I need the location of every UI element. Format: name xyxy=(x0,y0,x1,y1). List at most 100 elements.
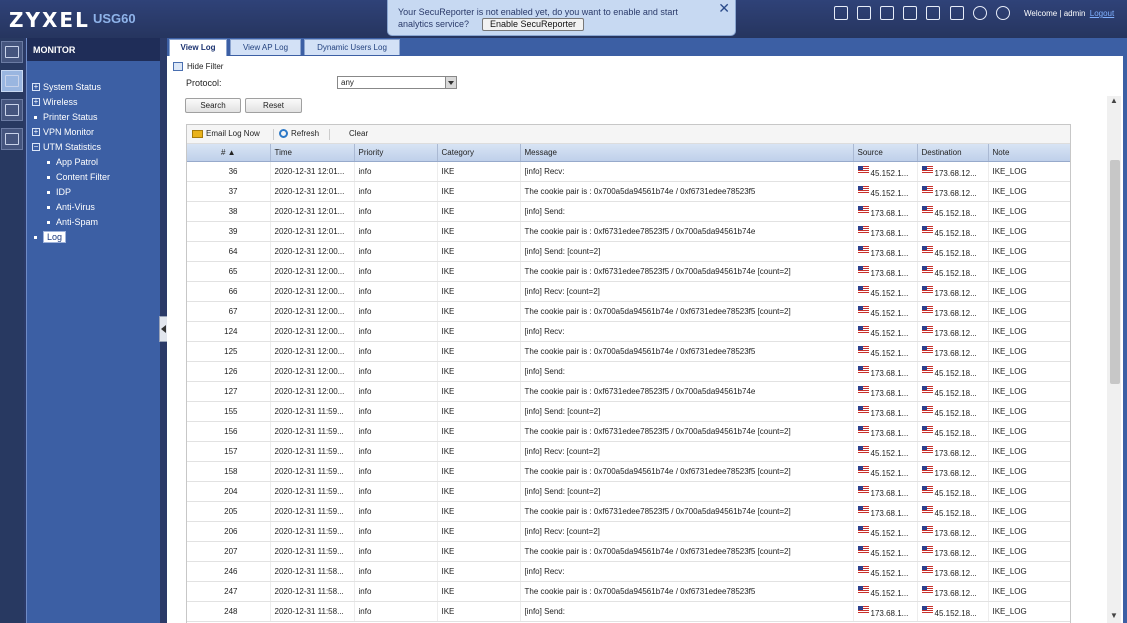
column-header-category[interactable]: Category xyxy=(437,144,521,162)
ip-text: 45.152.1... xyxy=(870,328,909,338)
help-icon[interactable] xyxy=(950,6,964,20)
sitemap-icon[interactable] xyxy=(903,6,917,20)
wizard-icon[interactable] xyxy=(996,6,1010,20)
column-header-note[interactable]: Note xyxy=(988,144,1070,162)
sidebar-item-utm-statistics[interactable]: − UTM Statistics xyxy=(27,140,161,155)
monitor-rail-button[interactable] xyxy=(1,70,23,92)
tab-view-ap-log[interactable]: View AP Log xyxy=(230,39,301,55)
window-icon[interactable] xyxy=(880,6,894,20)
cell-number: 206 xyxy=(187,521,271,542)
ip-address: 45.152.18... xyxy=(921,385,977,398)
clear-button[interactable]: Clear xyxy=(349,129,368,138)
scroll-down-icon[interactable]: ▼ xyxy=(1107,611,1121,621)
cell-time: 2020-12-31 12:00... xyxy=(270,381,355,402)
cell-category: IKE xyxy=(437,541,521,562)
maintenance-rail-button[interactable] xyxy=(1,128,23,150)
console-icon[interactable] xyxy=(834,6,848,20)
table-row[interactable]: 156 2020-12-31 11:59... info IKE The cookie … xyxy=(187,421,1070,442)
cell-priority: info xyxy=(354,581,438,602)
table-row[interactable]: 64 2020-12-31 12:00... info IKE [info] Send:… xyxy=(187,241,1070,262)
column-header-number[interactable]: # ▲ xyxy=(187,144,271,162)
column-header-priority[interactable]: Priority xyxy=(354,144,438,162)
column-header-message[interactable]: Message xyxy=(520,144,854,162)
vertical-scrollbar[interactable]: ▲ ▼ xyxy=(1107,96,1121,623)
close-icon[interactable]: ✕ xyxy=(718,0,730,17)
us-flag-icon xyxy=(857,385,869,393)
ip-text: 173.68.12... xyxy=(934,548,977,558)
cell-note: IKE_LOG xyxy=(988,501,1070,522)
table-row[interactable]: 158 2020-12-31 11:59... info IKE The cookie … xyxy=(187,461,1070,482)
table-row[interactable]: 127 2020-12-31 12:00... info IKE The cookie … xyxy=(187,381,1070,402)
sidebar-item-app-patrol[interactable]: App Patrol xyxy=(27,155,161,170)
table-row[interactable]: 65 2020-12-31 12:00... info IKE The cookie p… xyxy=(187,261,1070,282)
table-row[interactable]: 207 2020-12-31 11:59... info IKE The cookie … xyxy=(187,541,1070,562)
table-row[interactable]: 66 2020-12-31 12:00... info IKE [info] Recv:… xyxy=(187,281,1070,302)
sidebar-item-wireless[interactable]: + Wireless xyxy=(27,95,161,110)
sidebar-item-content-filter[interactable]: Content Filter xyxy=(27,170,161,185)
table-row[interactable]: 157 2020-12-31 11:59... info IKE [info] Recv… xyxy=(187,441,1070,462)
ip-text: 173.68.12... xyxy=(934,468,977,478)
cell-message: [info] Send: [count=2] xyxy=(520,481,854,502)
tab-view-log[interactable]: View Log xyxy=(169,39,227,56)
dashboard-rail-button[interactable] xyxy=(1,41,23,63)
enable-secureporter-button[interactable]: Enable SecuReporter xyxy=(482,18,585,31)
column-header-destination[interactable]: Destination xyxy=(917,144,989,162)
collapse-icon[interactable]: − xyxy=(32,143,40,151)
protocol-select[interactable]: any xyxy=(337,76,457,89)
expand-icon[interactable]: + xyxy=(32,98,40,106)
expand-icon[interactable]: + xyxy=(32,128,40,136)
sidebar-item-log[interactable]: Log xyxy=(27,230,161,245)
cli-icon[interactable] xyxy=(857,6,871,20)
table-row[interactable]: 204 2020-12-31 11:59... info IKE [info] Send… xyxy=(187,481,1070,502)
us-flag-icon xyxy=(921,405,933,413)
logout-link[interactable]: Logout xyxy=(1090,9,1114,18)
sidebar-item-system-status[interactable]: + System Status xyxy=(27,80,161,95)
scroll-up-icon[interactable]: ▲ xyxy=(1107,96,1121,106)
sidebar-item-anti-spam[interactable]: Anti-Spam xyxy=(27,215,161,230)
table-row[interactable]: 39 2020-12-31 12:01... info IKE The cookie p… xyxy=(187,221,1070,242)
table-row[interactable]: 247 2020-12-31 11:58... info IKE The cookie … xyxy=(187,581,1070,602)
table-row[interactable]: 126 2020-12-31 12:00... info IKE [info] Send… xyxy=(187,361,1070,382)
chat-icon[interactable] xyxy=(926,6,940,20)
table-row[interactable]: 206 2020-12-31 11:59... info IKE [info] Recv… xyxy=(187,521,1070,542)
cell-destination: 173.68.12... xyxy=(917,281,989,302)
table-row[interactable]: 125 2020-12-31 12:00... info IKE The cookie … xyxy=(187,341,1070,362)
refresh-button[interactable]: Refresh xyxy=(279,129,319,139)
cell-message: [info] Send: xyxy=(520,601,854,622)
expand-icon[interactable]: + xyxy=(32,83,40,91)
info-icon[interactable] xyxy=(973,6,987,20)
tab-dynamic-users-log[interactable]: Dynamic Users Log xyxy=(304,39,400,55)
cell-number: 127 xyxy=(187,381,271,402)
table-row[interactable]: 38 2020-12-31 12:01... info IKE [info] Send:… xyxy=(187,201,1070,222)
table-row[interactable]: 205 2020-12-31 11:59... info IKE The cookie … xyxy=(187,501,1070,522)
cell-number: 66 xyxy=(187,281,271,302)
table-row[interactable]: 124 2020-12-31 12:00... info IKE [info] Recv… xyxy=(187,321,1070,342)
table-row[interactable]: 155 2020-12-31 11:59... info IKE [info] Send… xyxy=(187,401,1070,422)
table-row[interactable]: 36 2020-12-31 12:01... info IKE [info] Recv:… xyxy=(187,161,1070,182)
table-row[interactable]: 37 2020-12-31 12:01... info IKE The cookie p… xyxy=(187,181,1070,202)
reset-button[interactable]: Reset xyxy=(245,98,302,113)
ip-address: 45.152.18... xyxy=(921,225,977,238)
table-row[interactable]: 67 2020-12-31 12:00... info IKE The cookie p… xyxy=(187,301,1070,322)
ip-address: 45.152.18... xyxy=(921,605,977,618)
cell-source: 173.68.1... xyxy=(853,381,918,402)
hide-filter-link[interactable]: Hide Filter xyxy=(187,62,223,71)
search-button[interactable]: Search xyxy=(185,98,241,113)
sidebar-item-vpn-monitor[interactable]: + VPN Monitor xyxy=(27,125,161,140)
column-header-time[interactable]: Time xyxy=(270,144,355,162)
table-row[interactable]: 248 2020-12-31 11:58... info IKE [info] Send… xyxy=(187,601,1070,622)
configuration-rail-button[interactable] xyxy=(1,99,23,121)
us-flag-icon xyxy=(857,505,869,513)
email-log-now-button[interactable]: Email Log Now xyxy=(192,129,260,138)
table-row[interactable]: 246 2020-12-31 11:58... info IKE [info] Recv… xyxy=(187,561,1070,582)
column-header-source[interactable]: Source xyxy=(853,144,918,162)
sidebar-item-idp[interactable]: IDP xyxy=(27,185,161,200)
sidebar-item-anti-virus[interactable]: Anti-Virus xyxy=(27,200,161,215)
cell-destination: 173.68.12... xyxy=(917,181,989,202)
sidebar-item-printer-status[interactable]: Printer Status xyxy=(27,110,161,125)
ip-address: 173.68.12... xyxy=(921,325,977,338)
chevron-down-icon[interactable] xyxy=(445,77,456,88)
cell-message: [info] Send: xyxy=(520,201,854,222)
filter-toggle[interactable]: Hide Filter xyxy=(167,60,1123,74)
scroll-thumb[interactable] xyxy=(1110,160,1120,384)
